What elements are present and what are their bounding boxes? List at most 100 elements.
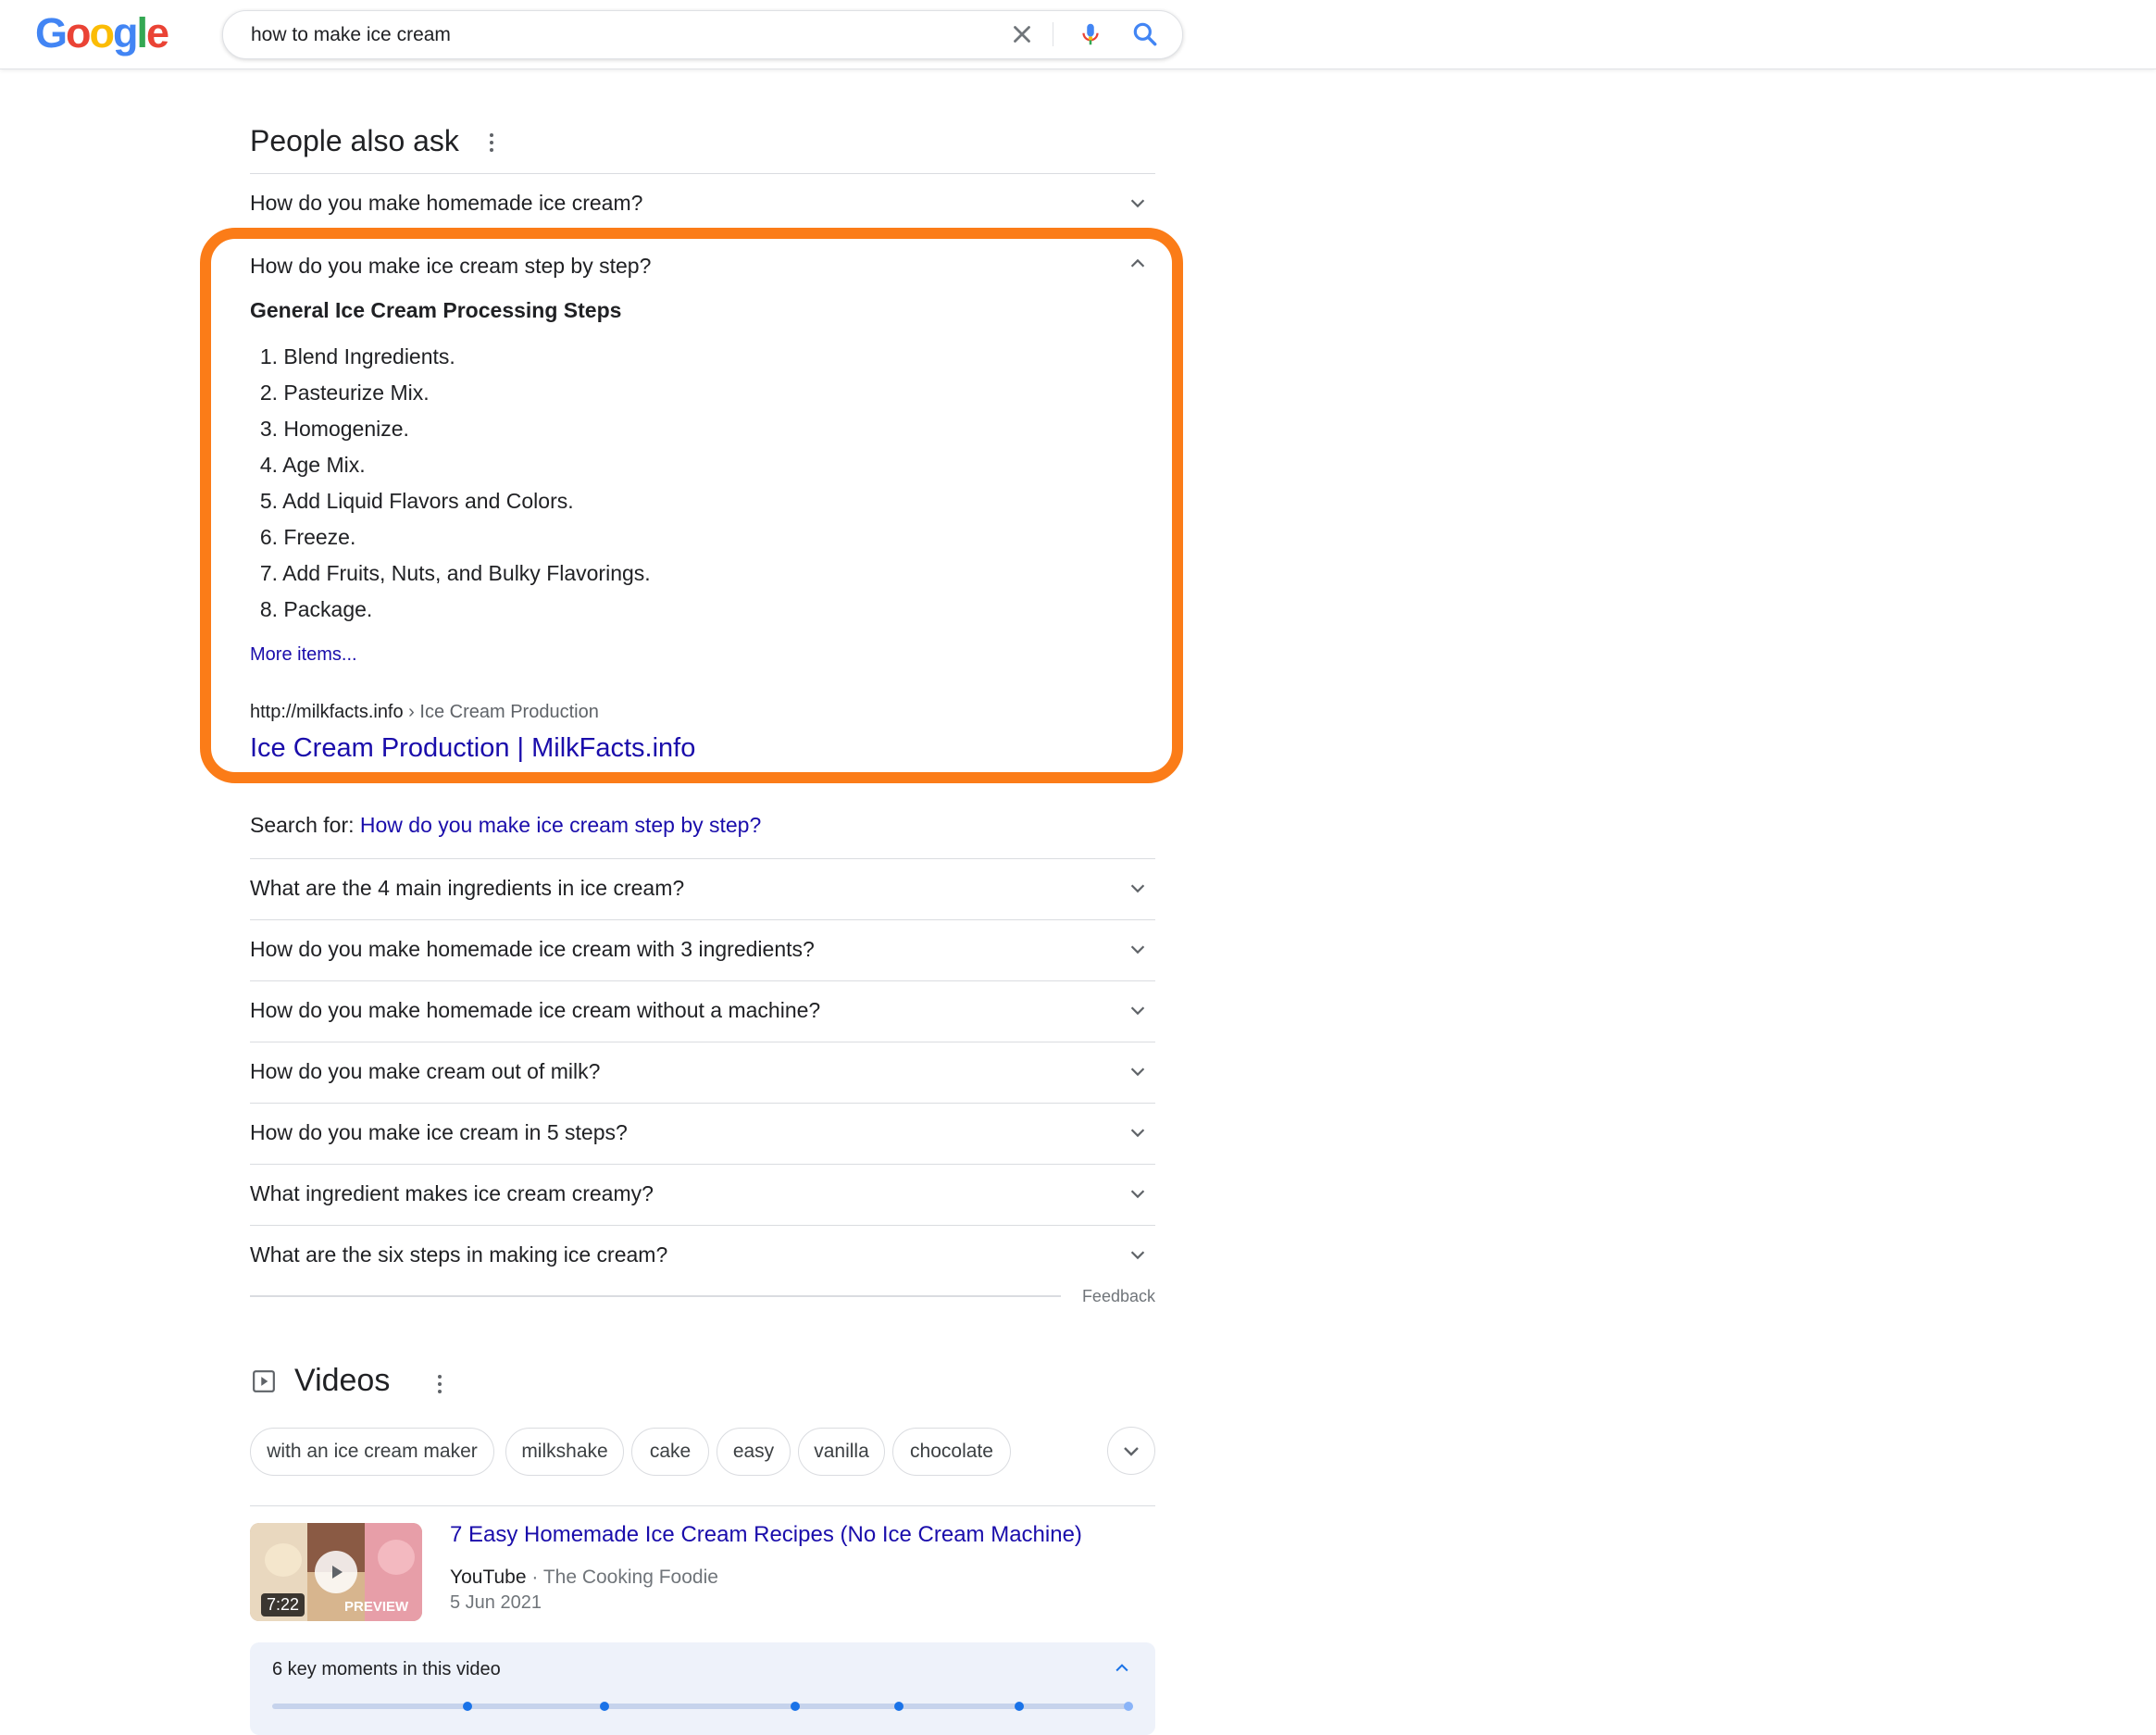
video-source: YouTube · The Cooking Foodie: [450, 1566, 718, 1589]
step-number: 3.: [259, 417, 278, 441]
logo-letter: l: [136, 9, 148, 56]
filter-chip[interactable]: chocolate: [892, 1428, 1011, 1476]
step-number: 7.: [259, 561, 278, 585]
step-number: 6.: [259, 525, 278, 549]
chevron-down-icon: [1130, 1129, 1145, 1138]
divider: [250, 1505, 1155, 1506]
paa-question[interactable]: What ingredient makes ice cream creamy?: [250, 1164, 1155, 1226]
videos-title: Videos: [294, 1363, 391, 1398]
list-item: 3. Homogenize.: [250, 411, 651, 447]
paa-question-text: How do you make homemade ice cream?: [250, 191, 643, 215]
list-item: 5. Add Liquid Flavors and Colors.: [250, 483, 651, 519]
video-channel: · The Cooking Foodie: [526, 1566, 718, 1588]
step-number: 1.: [259, 344, 278, 368]
play-icon[interactable]: [315, 1551, 357, 1593]
chevron-down-icon: [1130, 1190, 1145, 1199]
chevron-down-icon: [1130, 884, 1145, 893]
moment-marker[interactable]: [600, 1702, 609, 1711]
paa-question[interactable]: How do you make cream out of milk?: [250, 1042, 1155, 1104]
video-title-link[interactable]: 7 Easy Homemade Ice Cream Recipes (No Ic…: [450, 1522, 1082, 1548]
paa-question[interactable]: What are the 4 main ingredients in ice c…: [250, 858, 1155, 920]
logo-letter: G: [35, 9, 68, 56]
feedback-link[interactable]: Feedback: [1082, 1287, 1155, 1306]
list-item: 2. Pasteurize Mix.: [250, 375, 651, 411]
paa-question-text: What are the six steps in making ice cre…: [250, 1242, 668, 1267]
filter-chip[interactable]: easy: [717, 1428, 791, 1476]
step-text: Homogenize.: [283, 417, 409, 441]
paa-question-expanded[interactable]: How do you make ice cream step by step?: [250, 254, 651, 279]
more-items-link[interactable]: More items...: [250, 644, 357, 666]
answer-heading: General Ice Cream Processing Steps: [250, 298, 622, 322]
close-icon[interactable]: [1008, 20, 1036, 48]
thumbnail-scoop: [378, 1540, 415, 1575]
result-citation[interactable]: http://milkfacts.info › Ice Cream Produc…: [250, 702, 599, 723]
chevron-down-icon: [1130, 1251, 1145, 1260]
more-options-icon[interactable]: [437, 1375, 442, 1397]
chevron-down-icon: [1130, 199, 1145, 208]
search-box[interactable]: how to make ice cream: [222, 10, 1183, 59]
moment-marker[interactable]: [791, 1702, 800, 1711]
search-for-label: Search for:: [250, 813, 360, 837]
paa-question-text: How do you make ice cream in 5 steps?: [250, 1120, 628, 1144]
filter-chip[interactable]: cake: [631, 1428, 709, 1476]
list-item: 7. Add Fruits, Nuts, and Bulky Flavoring…: [250, 555, 651, 592]
step-number: 8.: [259, 597, 278, 621]
chevron-down-icon: [1130, 1067, 1145, 1077]
step-text: Add Fruits, Nuts, and Bulky Flavorings.: [282, 561, 651, 585]
paa-question[interactable]: How do you make homemade ice cream?: [250, 173, 1155, 235]
step-text: Add Liquid Flavors and Colors.: [282, 489, 574, 513]
chevron-up-icon[interactable]: [1128, 254, 1148, 274]
key-moments-panel[interactable]: 6 key moments in this video: [250, 1642, 1155, 1735]
expand-chips-button[interactable]: [1107, 1427, 1155, 1475]
video-duration: 7:22: [261, 1593, 305, 1616]
logo-letter: o: [66, 9, 91, 56]
moment-marker[interactable]: [1124, 1702, 1133, 1711]
moment-marker[interactable]: [894, 1702, 904, 1711]
video-play-icon: [253, 1370, 275, 1392]
step-number: 2.: [259, 381, 278, 405]
paa-question-text: How do you make homemade ice cream witho…: [250, 998, 821, 1022]
chevron-down-icon: [1124, 1447, 1139, 1456]
search-for-line: Search for: How do you make ice cream st…: [250, 813, 761, 838]
step-text: Blend Ingredients.: [283, 344, 455, 368]
step-text: Package.: [283, 597, 373, 621]
paa-question-text: How do you make homemade ice cream with …: [250, 937, 815, 961]
logo-letter: e: [146, 9, 169, 56]
paa-question[interactable]: How do you make homemade ice cream with …: [250, 919, 1155, 981]
key-moments-timeline: [272, 1702, 1133, 1711]
moment-marker[interactable]: [1015, 1702, 1024, 1711]
step-number: 4.: [259, 453, 278, 477]
search-input[interactable]: how to make ice cream: [251, 24, 451, 46]
paa-question-text: What ingredient makes ice cream creamy?: [250, 1181, 654, 1205]
paa-question-text: What are the 4 main ingredients in ice c…: [250, 876, 685, 900]
more-options-icon[interactable]: [489, 133, 494, 156]
video-thumbnail[interactable]: 7:22 PREVIEW: [250, 1523, 422, 1621]
search-for-link[interactable]: How do you make ice cream step by step?: [360, 813, 761, 837]
top-bar: Google how to make ice cream: [0, 0, 2156, 69]
list-item: 8. Package.: [250, 592, 651, 628]
step-text: Age Mix.: [282, 453, 366, 477]
paa-question[interactable]: How do you make homemade ice cream witho…: [250, 980, 1155, 1042]
paa-question[interactable]: What are the six steps in making ice cre…: [250, 1225, 1155, 1287]
paa-question[interactable]: How do you make ice cream in 5 steps?: [250, 1103, 1155, 1165]
mic-icon[interactable]: [1077, 19, 1104, 49]
filter-chip[interactable]: milkshake: [505, 1428, 624, 1476]
cite-breadcrumb: › Ice Cream Production: [403, 702, 599, 722]
chevron-down-icon: [1130, 945, 1145, 955]
list-item: 1. Blend Ingredients.: [250, 339, 651, 375]
cite-url: http://milkfacts.info: [250, 702, 404, 722]
search-icon[interactable]: [1130, 19, 1160, 49]
chevron-up-icon[interactable]: [1113, 1659, 1131, 1678]
moment-marker[interactable]: [463, 1702, 472, 1711]
step-text: Freeze.: [283, 525, 356, 549]
preview-label: PREVIEW: [344, 1599, 409, 1615]
filter-chip[interactable]: with an ice cream maker: [250, 1428, 494, 1476]
filter-chip[interactable]: vanilla: [798, 1428, 885, 1476]
people-also-ask-title: People also ask: [250, 124, 459, 157]
list-item: 4. Age Mix.: [250, 447, 651, 483]
result-title-link[interactable]: Ice Cream Production | MilkFacts.info: [250, 733, 695, 764]
logo-letter: g: [113, 9, 138, 56]
answer-steps-list: 1. Blend Ingredients. 2. Pasteurize Mix.…: [250, 339, 651, 628]
paa-question-text: How do you make cream out of milk?: [250, 1059, 601, 1083]
google-logo[interactable]: Google: [35, 9, 169, 57]
